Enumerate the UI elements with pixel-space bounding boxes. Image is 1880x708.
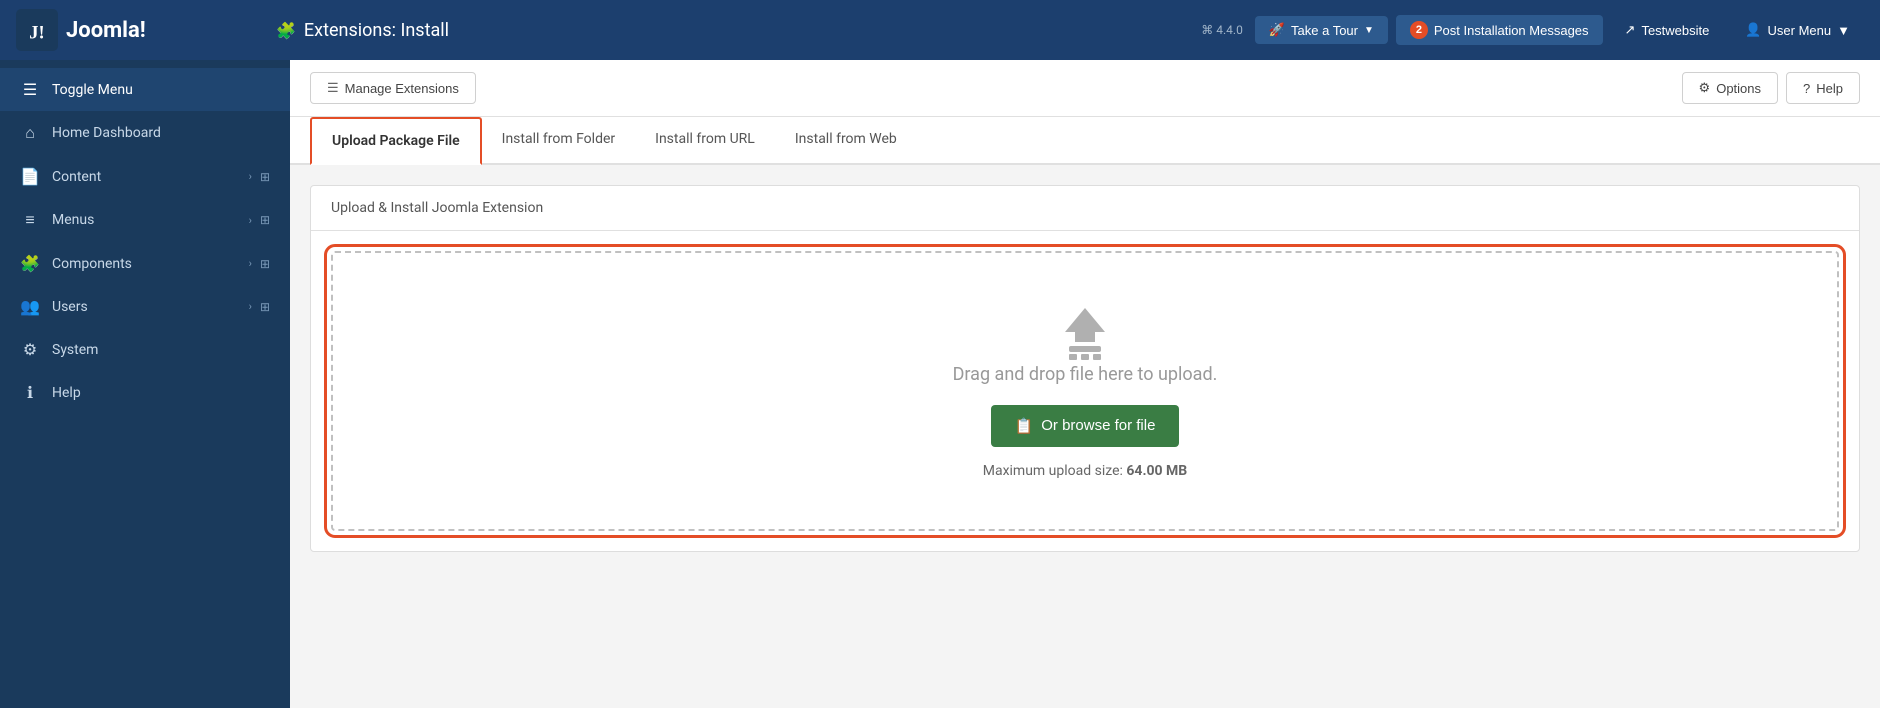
version-badge: ⌘ 4.4.0 xyxy=(1201,23,1243,37)
grid-icon: ⊞ xyxy=(260,170,270,184)
user-menu-button[interactable]: 👤 User Menu ▼ xyxy=(1731,16,1864,44)
drag-drop-text: Drag and drop file here to upload. xyxy=(953,364,1218,385)
help-sidebar-icon: ℹ xyxy=(20,383,40,402)
browse-file-button[interactable]: 📋 Or browse for file xyxy=(991,405,1180,447)
puzzle-icon: 🧩 xyxy=(276,21,296,40)
tab-install-folder[interactable]: Install from Folder xyxy=(482,117,636,165)
home-icon: ⌂ xyxy=(20,123,40,143)
manage-extensions-button[interactable]: ☰ Manage Extensions xyxy=(310,72,476,104)
sidebar-item-label: Components xyxy=(52,256,132,272)
tab-install-url[interactable]: Install from URL xyxy=(635,117,775,165)
logo: J! Joomla! xyxy=(16,9,276,51)
svg-text:J!: J! xyxy=(29,22,44,42)
grid-icon: ⊞ xyxy=(260,257,270,271)
sidebar-item-users[interactable]: 👥 Users › ⊞ xyxy=(0,285,290,328)
upload-drop-zone[interactable]: Drag and drop file here to upload. 📋 Or … xyxy=(331,251,1839,531)
sidebar-item-label: Menus xyxy=(52,212,94,228)
main-layout: ☰ Toggle Menu ⌂ Home Dashboard 📄 Content… xyxy=(0,60,1880,708)
sidebar-item-home[interactable]: ⌂ Home Dashboard xyxy=(0,111,290,155)
testwebsite-button[interactable]: ↗ Testwebsite xyxy=(1611,16,1724,44)
components-icon: 🧩 xyxy=(20,254,40,273)
logo-text: Joomla! xyxy=(66,18,146,43)
topbar-right: ⌘ 4.4.0 🚀 Take a Tour ▼ 2 Post Installat… xyxy=(1201,15,1864,45)
upload-section-title: Upload & Install Joomla Extension xyxy=(311,186,1859,231)
sidebar-item-label: Content xyxy=(52,169,101,185)
sidebar-item-label: Toggle Menu xyxy=(52,82,133,98)
tabs-bar: Upload Package File Install from Folder … xyxy=(290,117,1880,165)
options-button[interactable]: ⚙ Options xyxy=(1682,72,1778,104)
notification-badge: 2 xyxy=(1410,21,1428,39)
user-icon: 👤 xyxy=(1745,22,1761,38)
post-install-messages-button[interactable]: 2 Post Installation Messages xyxy=(1396,15,1603,45)
grid-icon: ⊞ xyxy=(260,300,270,314)
toolbar-left: ☰ Manage Extensions xyxy=(310,72,476,104)
user-menu-chevron-icon: ▼ xyxy=(1837,23,1850,38)
upload-icon xyxy=(1055,304,1115,364)
sidebar: ☰ Toggle Menu ⌂ Home Dashboard 📄 Content… xyxy=(0,60,290,708)
sidebar-item-toggle[interactable]: ☰ Toggle Menu xyxy=(0,68,290,111)
chevron-right-icon: › xyxy=(249,300,252,313)
sidebar-item-label: System xyxy=(52,342,98,358)
sidebar-item-label: Home Dashboard xyxy=(52,125,161,141)
chevron-right-icon: › xyxy=(249,214,252,227)
external-link-icon: ↗ xyxy=(1625,22,1636,38)
chevron-right-icon: › xyxy=(249,257,252,270)
gear-icon: ⚙ xyxy=(1699,80,1711,96)
sidebar-item-label: Help xyxy=(52,385,81,401)
file-icon: 📋 xyxy=(1015,417,1034,435)
users-icon: 👥 xyxy=(20,297,40,316)
toolbar: ☰ Manage Extensions ⚙ Options ? Help xyxy=(290,60,1880,117)
grid-icon: ⊞ xyxy=(260,213,270,227)
page-title-topbar: 🧩 Extensions: Install xyxy=(276,20,1201,41)
tab-upload-package[interactable]: Upload Package File xyxy=(310,117,482,165)
menus-icon: ≡ xyxy=(20,210,40,230)
upload-section: Upload & Install Joomla Extension Drag a… xyxy=(310,185,1860,552)
post-install-label: Post Installation Messages xyxy=(1434,23,1589,38)
sidebar-item-help[interactable]: ℹ Help xyxy=(0,371,290,414)
toggle-menu-icon: ☰ xyxy=(20,80,40,99)
content-area: ☰ Manage Extensions ⚙ Options ? Help Upl… xyxy=(290,60,1880,708)
sidebar-item-menus[interactable]: ≡ Menus › ⊞ xyxy=(0,198,290,242)
content-icon: 📄 xyxy=(20,167,40,186)
sidebar-item-label: Users xyxy=(52,299,88,315)
joomla-logo-icon: J! xyxy=(16,9,58,51)
chevron-right-icon: › xyxy=(249,170,252,183)
upload-max-size: Maximum upload size: 64.00 MB xyxy=(983,463,1188,479)
help-button[interactable]: ? Help xyxy=(1786,72,1860,104)
tab-install-web[interactable]: Install from Web xyxy=(775,117,917,165)
rocket-icon: 🚀 xyxy=(1269,22,1285,38)
sidebar-item-content[interactable]: 📄 Content › ⊞ xyxy=(0,155,290,198)
sidebar-item-system[interactable]: ⚙ System xyxy=(0,328,290,371)
upload-drop-zone-container: Drag and drop file here to upload. 📋 Or … xyxy=(311,231,1859,551)
question-icon: ? xyxy=(1803,81,1810,96)
system-icon: ⚙ xyxy=(20,340,40,359)
toolbar-right: ⚙ Options ? Help xyxy=(1682,72,1860,104)
list-icon: ☰ xyxy=(327,80,339,96)
take-tour-button[interactable]: 🚀 Take a Tour ▼ xyxy=(1255,16,1388,44)
sidebar-item-components[interactable]: 🧩 Components › ⊞ xyxy=(0,242,290,285)
topbar: J! Joomla! 🧩 Extensions: Install ⌘ 4.4.0… xyxy=(0,0,1880,60)
chevron-down-icon: ▼ xyxy=(1364,25,1374,36)
